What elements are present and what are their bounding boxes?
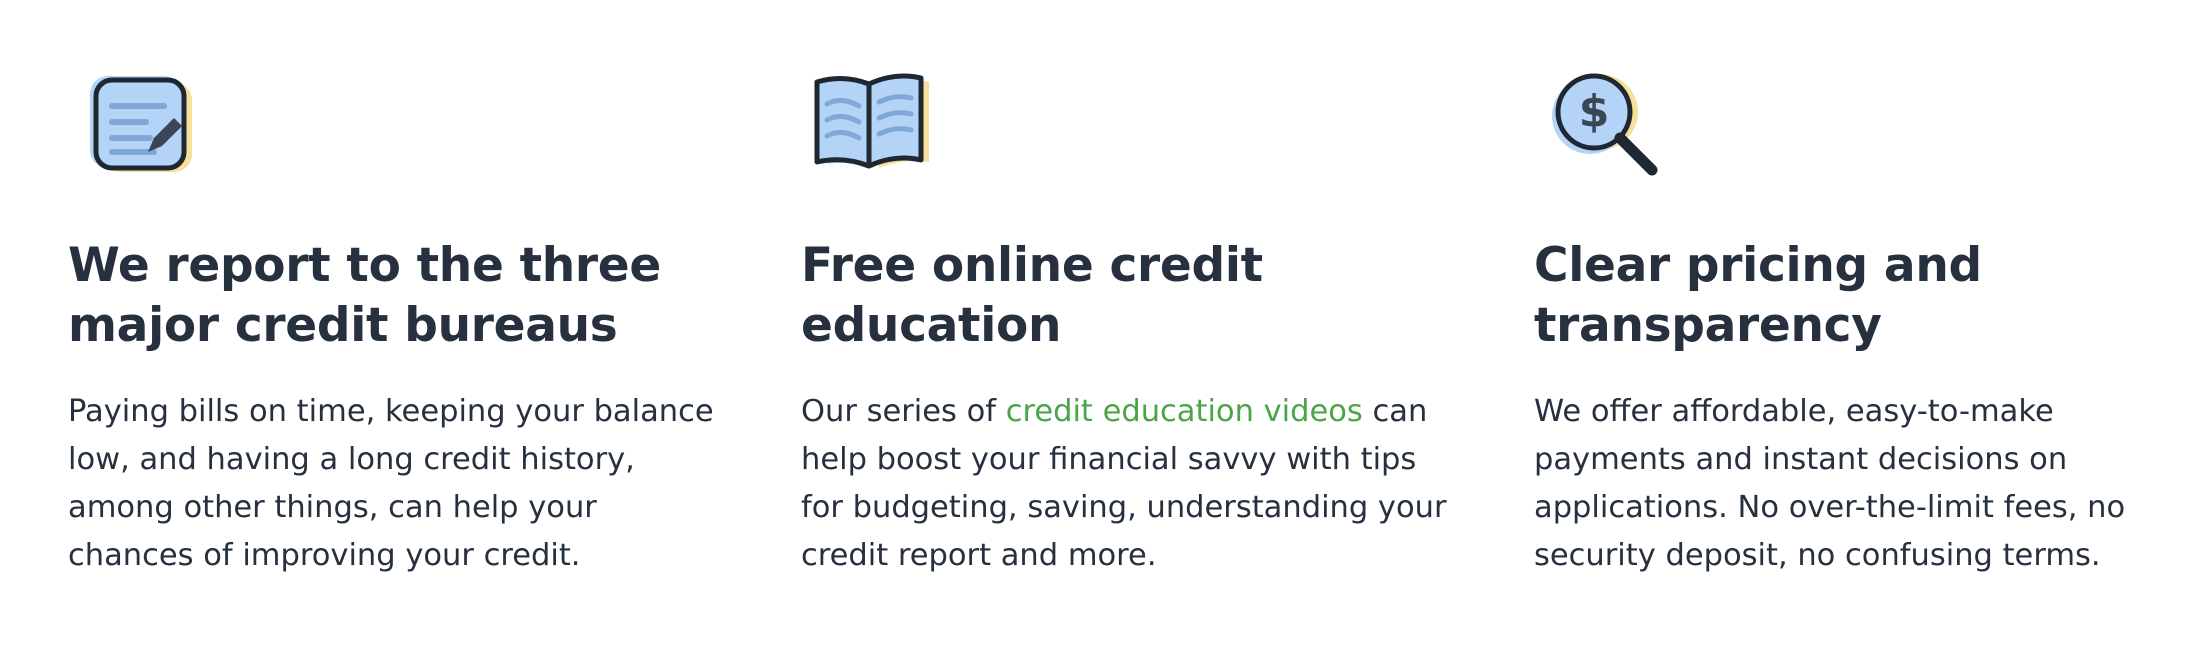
credit-education-videos-link[interactable]: credit education videos xyxy=(1006,394,1363,429)
feature-description-prefix: Our series of xyxy=(801,394,1006,429)
feature-title: Clear pricing and transparency xyxy=(1534,238,1982,353)
document-edit-icon xyxy=(84,68,204,188)
feature-description: Our series of credit education videos ca… xyxy=(801,388,1461,580)
svg-text:$: $ xyxy=(1579,86,1610,137)
feature-title: Free online credit education xyxy=(801,238,1263,353)
feature-description: We offer affordable, easy-to-make paymen… xyxy=(1534,394,2126,573)
dollar-magnifier-icon: $ xyxy=(1546,68,1666,188)
features-section: We report to the three major credit bure… xyxy=(0,0,2190,652)
open-book-icon xyxy=(809,70,929,190)
feature-title: We report to the three major credit bure… xyxy=(68,238,661,353)
feature-description: Paying bills on time, keeping your balan… xyxy=(68,394,714,573)
